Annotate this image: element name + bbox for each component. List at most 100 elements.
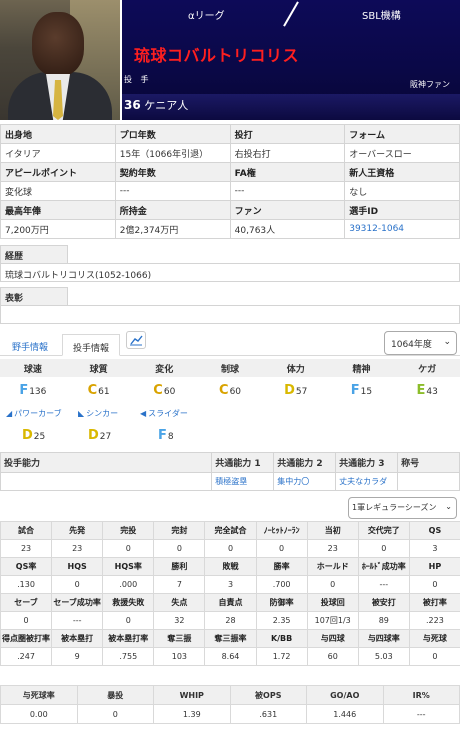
player-id-link[interactable]: 39312-1064: [349, 224, 404, 234]
stat-header: ホールド: [306, 557, 359, 576]
stat-header: HQS: [51, 557, 104, 576]
tab-pitcher-info[interactable]: 投手情報: [62, 334, 121, 356]
stat-header: QS率: [0, 557, 53, 576]
skill-link[interactable]: 積極盗塁: [215, 477, 247, 486]
skill-link[interactable]: 集中力〇: [277, 477, 309, 486]
info-header: 投打: [229, 124, 346, 144]
pitcher-ability-value: 集中力〇: [273, 472, 337, 491]
awards-label: 表彰: [0, 287, 68, 306]
tab-fielder-info[interactable]: 野手情報: [2, 334, 58, 356]
stat-value: .223: [408, 611, 460, 630]
info-header: 最高年俸: [0, 200, 116, 220]
stat-header: 与死球率: [0, 685, 78, 705]
ability-header: 球質: [89, 365, 108, 375]
info-header: 新人王資格: [344, 162, 460, 182]
stat-value: .755: [102, 647, 155, 666]
stat-header: HQS率: [102, 557, 155, 576]
stat-header: 当初: [306, 521, 359, 540]
pitch-arrow-icon: ◣: [78, 409, 85, 418]
chart-icon[interactable]: [126, 331, 146, 349]
ability-header: 制球: [221, 365, 240, 375]
player-photo: [0, 0, 120, 120]
pitch-value: D27: [88, 428, 111, 443]
ability-number: 60: [229, 387, 242, 397]
pitch-rank: D: [88, 428, 99, 443]
ability-rank: F: [350, 383, 360, 398]
year-select[interactable]: 1064年度 ⌄: [384, 331, 457, 355]
awards-value: [0, 305, 460, 324]
player-header: αリーグ SBL機構 琉球コバルトリコリス 投 手 阪神ファン 36 ケニア人: [122, 0, 460, 120]
stats-table: 試合 先発 完投 完封 完全試合 ﾉｰﾋｯﾄﾉｰﾗﾝ 当初 交代完了 QS 23 23 0 0 0 0 23 0…: [0, 521, 460, 666]
league-name[interactable]: αリーグ: [188, 7, 225, 22]
stat-header: 防御率: [255, 593, 308, 612]
pitch-value: F8: [158, 428, 174, 443]
pitch-type[interactable]: ◀ スライダー: [140, 408, 188, 419]
stat-value: 0: [204, 539, 257, 558]
ability-value: F15: [329, 378, 395, 402]
chevron-down-icon: ⌄: [443, 337, 451, 347]
pitch-name: スライダー: [148, 409, 188, 418]
info-header: 所持金: [114, 200, 231, 220]
stat-value: 0: [76, 704, 154, 724]
stat-header: 与四球: [306, 629, 359, 648]
number-row: 36 ケニア人: [122, 94, 460, 120]
stat-value: 0: [51, 575, 104, 594]
stat-value: 1.39: [153, 704, 231, 724]
pitcher-ability-header: 共通能力 1: [211, 452, 275, 473]
stat-header: 失点: [153, 593, 206, 612]
ability-header: ケガ: [418, 365, 437, 375]
pitch-values: D25 D27 F8: [0, 424, 460, 448]
info-header: ファン: [229, 200, 346, 220]
stat-value: 7: [153, 575, 206, 594]
stat-value: 89: [357, 611, 410, 630]
team-org[interactable]: SBL機構: [362, 7, 401, 22]
pitch-type[interactable]: ◢ パワーカーブ: [6, 408, 62, 419]
stat-header: HP: [408, 557, 460, 576]
stat-header: 先発: [51, 521, 104, 540]
ability-value: E43: [394, 378, 460, 402]
stat-header: 完全試合: [204, 521, 257, 540]
nationality: ケニア人: [144, 99, 189, 112]
info-value: オーバースロー: [344, 143, 460, 163]
stat-header: 救援失敗: [102, 593, 155, 612]
stat-value: 0: [408, 575, 460, 594]
stat-value: .000: [102, 575, 155, 594]
ability-rank: F: [19, 383, 29, 398]
info-value: 15年（1066年引退）: [114, 143, 231, 163]
stat-header: 被打率: [408, 593, 460, 612]
career-label: 経歴: [0, 245, 68, 264]
stat-header: 完封: [153, 521, 206, 540]
pitch-type[interactable]: ◣ シンカー: [78, 408, 118, 419]
stat-value: 0: [408, 647, 460, 666]
stat-value: ---: [357, 575, 410, 594]
stat-header: QS: [408, 521, 460, 540]
stat-value: .130: [0, 575, 53, 594]
stat-header: 暴投: [76, 685, 154, 705]
ability-rank: C: [87, 383, 98, 398]
ability-value: D57: [263, 378, 329, 402]
stat-value: 0: [153, 539, 206, 558]
ability-rank: D: [284, 383, 295, 398]
ability-header: 変化: [155, 365, 174, 375]
stat-value: 0: [102, 611, 155, 630]
stat-header: 与死球: [408, 629, 460, 648]
info-value: 変化球: [0, 181, 116, 201]
stat-header: 奪三振率: [204, 629, 257, 648]
info-header: 契約年数: [114, 162, 231, 182]
info-value: 2億2,374万円: [114, 219, 231, 239]
info-value[interactable]: 39312-1064: [344, 219, 460, 239]
stat-value: 0: [255, 539, 308, 558]
stat-header: 被安打: [357, 593, 410, 612]
pitcher-ability-value: [397, 472, 460, 491]
pitcher-ability-value: [0, 472, 213, 491]
season-select[interactable]: 1軍レギュラーシーズン ⌄: [348, 497, 457, 519]
stat-value: 0: [0, 611, 53, 630]
stat-header: 被本塁打: [51, 629, 104, 648]
skill-link[interactable]: 丈夫なカラダ: [339, 477, 387, 486]
stat-header: 被OPS: [229, 685, 307, 705]
ability-value: F136: [0, 378, 66, 402]
stat-value: .247: [0, 647, 53, 666]
pitch-name: シンカー: [86, 409, 119, 418]
pitch-number: 8: [167, 432, 174, 442]
ability-header: 精神: [352, 365, 371, 375]
